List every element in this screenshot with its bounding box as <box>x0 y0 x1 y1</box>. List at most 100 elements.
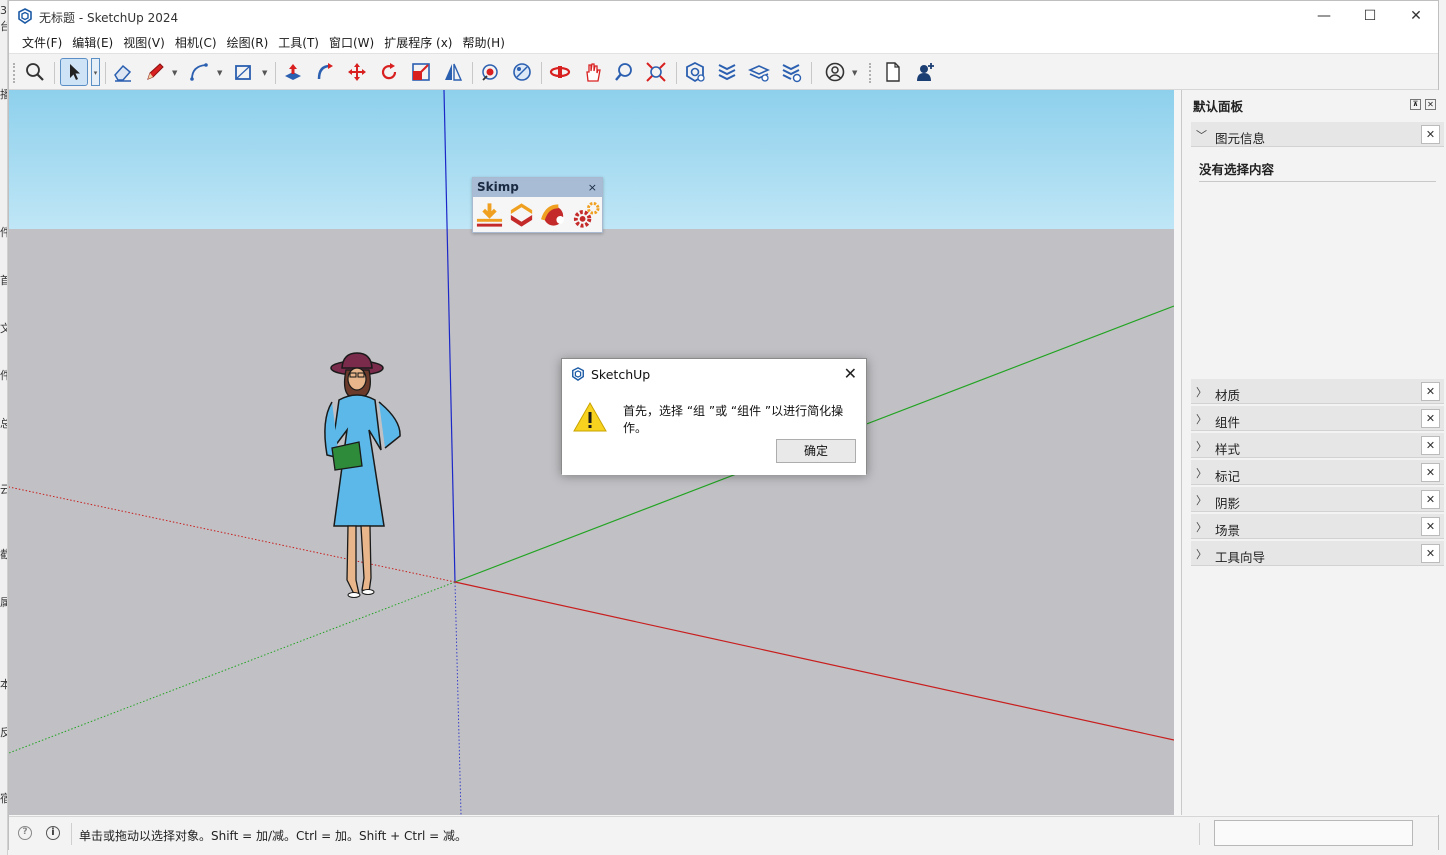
background-text: 台 <box>0 18 7 34</box>
flip-icon[interactable] <box>440 59 466 85</box>
tray-label: 组件 <box>1215 415 1241 430</box>
tray-components[interactable]: 〉 组件 ✕ <box>1191 406 1444 431</box>
background-text: 云 <box>0 481 7 497</box>
toolbar-separator <box>541 62 542 84</box>
green-axis-negative <box>9 581 456 754</box>
simplify-icon[interactable] <box>539 200 568 230</box>
maximize-button[interactable]: ☐ <box>1347 1 1393 31</box>
tray-styles[interactable]: 〉 样式 ✕ <box>1191 433 1444 458</box>
tray-close-button[interactable]: ✕ <box>1421 517 1440 536</box>
background-text: 首 <box>0 272 7 288</box>
info-icon[interactable]: i <box>46 826 60 840</box>
paint-bucket-icon[interactable] <box>477 59 503 85</box>
account-dropdown-icon[interactable]: ▼ <box>852 69 860 77</box>
menu-camera[interactable]: 相机(C) <box>170 34 222 51</box>
blue-axis <box>443 90 456 583</box>
title-bar[interactable]: 无标题 - SketchUp 2024 — ☐ ✕ <box>9 1 1438 31</box>
background-text: 件 <box>0 224 7 240</box>
background-text: 文 <box>0 320 7 336</box>
toolbar-separator <box>105 62 106 84</box>
follow-me-icon[interactable] <box>312 59 338 85</box>
tray-close-button[interactable]: ✕ <box>1421 463 1440 482</box>
tray-label: 标记 <box>1215 469 1241 484</box>
menu-help[interactable]: 帮助(H) <box>457 34 509 51</box>
tray-scenes[interactable]: 〉 场景 ✕ <box>1191 514 1444 539</box>
tray-close-button[interactable]: ✕ <box>1421 436 1440 455</box>
warehouse-icon[interactable] <box>682 59 708 85</box>
eraser-icon[interactable] <box>110 59 136 85</box>
new-file-icon[interactable] <box>880 59 906 85</box>
tray-close-button[interactable]: ✕ <box>1421 544 1440 563</box>
menu-window[interactable]: 窗口(W) <box>324 34 379 51</box>
orbit-icon[interactable] <box>547 59 573 85</box>
select-dropdown[interactable]: ▾ <box>91 58 100 86</box>
tray-close-button[interactable]: ✕ <box>1421 382 1440 401</box>
reduce-icon[interactable] <box>507 200 536 230</box>
menu-extensions[interactable]: 扩展程序 (x) <box>379 34 457 51</box>
profile-icon[interactable] <box>912 59 938 85</box>
push-pull-icon[interactable] <box>280 59 306 85</box>
pin-icon[interactable]: ⊼ <box>1410 99 1421 110</box>
tray-close-button[interactable]: ✕ <box>1421 125 1440 144</box>
extension-warehouse-icon[interactable] <box>714 59 740 85</box>
measurements-box[interactable] <box>1214 820 1413 846</box>
tray-close-button[interactable]: ✕ <box>1421 490 1440 509</box>
toolbar-grip[interactable] <box>869 63 871 83</box>
move-icon[interactable] <box>344 59 370 85</box>
close-button[interactable]: ✕ <box>1393 1 1439 31</box>
menu-view[interactable]: 视图(V) <box>118 34 170 51</box>
tray-close-button[interactable]: ✕ <box>1421 409 1440 428</box>
tray-tags[interactable]: 〉 标记 ✕ <box>1191 460 1444 485</box>
zoom-extents-icon[interactable] <box>643 59 669 85</box>
add-location-icon[interactable] <box>778 59 804 85</box>
toolbar-separator <box>54 62 55 84</box>
tray-entity-info[interactable]: ﹀ 图元信息 ✕ <box>1191 122 1444 147</box>
tray-label: 样式 <box>1215 442 1241 457</box>
skimp-toolbar[interactable]: Skimp × <box>472 177 603 233</box>
tray-shadows[interactable]: 〉 阴影 ✕ <box>1191 487 1444 512</box>
pencil-dropdown-icon[interactable]: ▼ <box>172 69 180 77</box>
menu-file[interactable]: 文件(F) <box>17 34 67 51</box>
settings-icon[interactable] <box>571 200 600 230</box>
sketchup-logo-icon <box>572 367 584 381</box>
panel-close-button[interactable]: ✕ <box>1425 99 1436 110</box>
arc-dropdown-icon[interactable]: ▼ <box>217 69 225 77</box>
skimp-close-button[interactable]: × <box>588 178 597 197</box>
skimp-title: Skimp <box>477 180 519 194</box>
geo-location-icon[interactable]: ? <box>18 826 32 840</box>
menu-edit[interactable]: 编辑(E) <box>67 34 118 51</box>
minimize-button[interactable]: — <box>1301 1 1347 31</box>
search-icon[interactable] <box>22 59 48 85</box>
rectangle-icon[interactable] <box>230 59 256 85</box>
toolbar-grip[interactable] <box>13 63 15 83</box>
dialog-title: SketchUp <box>591 367 651 382</box>
dialog-close-button[interactable]: ✕ <box>844 364 857 383</box>
pencil-icon[interactable] <box>142 59 168 85</box>
chevron-right-icon: 〉 <box>1196 440 1207 453</box>
background-text: 本 <box>0 676 7 692</box>
layout-icon[interactable] <box>746 59 772 85</box>
scale-icon[interactable] <box>408 59 434 85</box>
tray-materials[interactable]: 〉 材质 ✕ <box>1191 379 1444 404</box>
select-tool-icon[interactable] <box>60 58 88 86</box>
dialog-title-bar[interactable]: SketchUp ✕ <box>562 359 866 389</box>
background-text: 播 <box>0 86 7 102</box>
section-plane-icon[interactable] <box>509 59 535 85</box>
rotate-icon[interactable] <box>376 59 402 85</box>
zoom-icon[interactable] <box>611 59 637 85</box>
sketchup-window: 无标题 - SketchUp 2024 — ☐ ✕ 文件(F) 编辑(E) 视图… <box>8 0 1445 851</box>
account-icon[interactable] <box>822 59 848 85</box>
menu-draw[interactable]: 绘图(R) <box>222 34 274 51</box>
skimp-toolbar-header[interactable]: Skimp × <box>473 178 602 197</box>
scale-figure-person[interactable] <box>324 352 401 598</box>
chevron-right-icon: 〉 <box>1196 548 1207 561</box>
rectangle-dropdown-icon[interactable]: ▼ <box>262 69 270 77</box>
arc-icon[interactable] <box>186 59 212 85</box>
panel-header: 默认面板 ⊼ ✕ <box>1182 96 1445 116</box>
menu-tools[interactable]: 工具(T) <box>273 34 324 51</box>
ok-button[interactable]: 确定 <box>776 439 856 463</box>
background-text: 反 <box>0 724 7 740</box>
tray-instructor[interactable]: 〉 工具向导 ✕ <box>1191 541 1444 566</box>
import-icon[interactable] <box>475 200 504 230</box>
pan-icon[interactable] <box>579 59 605 85</box>
